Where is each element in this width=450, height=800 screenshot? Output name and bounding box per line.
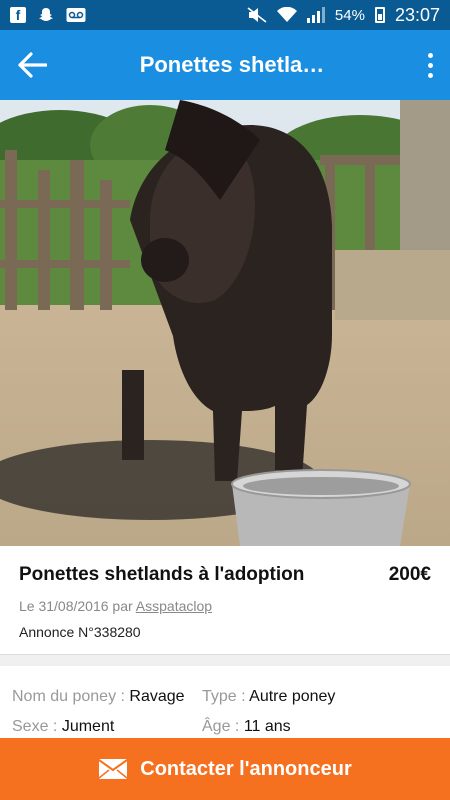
clock: 23:07 [394, 4, 440, 25]
listing-details: Nom du poney : Ravage Type : Autre poney… [0, 666, 450, 738]
listing-date: Le 31/08/2016 par [19, 598, 133, 614]
listing-photo[interactable] [0, 100, 450, 546]
status-bar: f 54% 23:07 [0, 0, 450, 30]
section-divider [0, 654, 450, 666]
pony-photo [0, 100, 450, 546]
contact-seller-label: Contacter l'annonceur [140, 757, 352, 780]
detail-name: Nom du poney : Ravage [12, 688, 202, 706]
battery-percent: 54% [334, 6, 365, 24]
app-bar: Ponettes shetla… [0, 30, 450, 100]
more-options-button[interactable] [410, 30, 450, 100]
detail-label: Âge : [202, 718, 240, 735]
mail-icon [98, 759, 128, 779]
listing-title: Ponettes shetlands à l'adoption [19, 564, 305, 585]
listing-price: 200€ [388, 564, 431, 585]
detail-type: Type : Autre poney [202, 688, 335, 706]
back-button[interactable] [0, 30, 64, 100]
wifi-icon [276, 7, 297, 23]
detail-label: Nom du poney : [12, 688, 125, 705]
detail-sex: Sexe : Jument [12, 718, 202, 736]
author-link[interactable]: Asspataclop [136, 598, 212, 614]
detail-label: Type : [202, 688, 246, 705]
arrow-left-icon [18, 52, 47, 78]
detail-value: Ravage [129, 688, 185, 705]
voicemail-icon [66, 7, 86, 23]
listing-number: Annonce N°338280 [19, 624, 141, 640]
detail-age: Âge : 11 ans [202, 718, 291, 736]
listing-meta: Le 31/08/2016 par Asspataclop [19, 598, 431, 614]
page-title: Ponettes shetla… [139, 52, 325, 77]
detail-value: Jument [61, 718, 115, 735]
detail-row: Nom du poney : Ravage Type : Autre poney [12, 682, 438, 712]
detail-value: 11 ans [243, 718, 291, 735]
signal-icon [306, 7, 325, 23]
detail-value: Autre poney [249, 688, 336, 705]
battery-icon [374, 7, 385, 23]
mute-icon [247, 7, 267, 23]
snapchat-icon [38, 7, 54, 23]
more-vert-icon [427, 52, 433, 58]
contact-seller-button[interactable]: Contacter l'annonceur [0, 738, 450, 800]
detail-label: Sexe : [12, 718, 58, 735]
listing-header: Ponettes shetlands à l'adoption 200€ Le … [0, 546, 450, 654]
facebook-icon: f [10, 7, 26, 23]
